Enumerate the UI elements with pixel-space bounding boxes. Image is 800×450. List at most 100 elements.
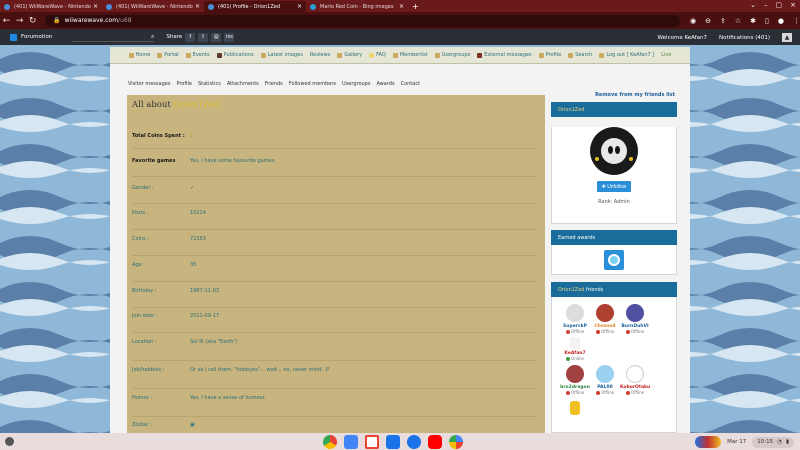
nav-latest-images[interactable]: Latest images: [260, 52, 303, 58]
site-favicon-icon: [208, 4, 214, 10]
friend-item[interactable]: Chrono4 Offline: [590, 304, 620, 334]
tab-awards[interactable]: Awards: [376, 81, 394, 87]
nav-logout[interactable]: Log out [ KeAfan7 ]: [599, 52, 654, 58]
close-icon[interactable]: ×: [297, 3, 302, 10]
docs-icon[interactable]: [344, 435, 358, 449]
profile-icon[interactable]: ●: [778, 17, 784, 25]
nav-reviews[interactable]: Reviews: [310, 52, 330, 58]
unfollow-button[interactable]: ✚ Unfollow: [597, 181, 631, 192]
bing-favicon-icon: [310, 4, 316, 10]
tab-attachments[interactable]: Attachments: [227, 81, 259, 87]
reload-icon[interactable]: ↻: [26, 16, 39, 26]
nav-external-messages[interactable]: External messages: [477, 52, 532, 58]
photos-icon[interactable]: [449, 435, 463, 449]
notifications-link[interactable]: Notifications (401): [719, 35, 770, 41]
nav-live[interactable]: Live: [661, 52, 671, 58]
friend-item[interactable]: KoborOtaku Offline: [620, 365, 650, 395]
friend-item[interactable]: [560, 401, 590, 415]
launcher-icon[interactable]: [5, 437, 14, 446]
forumotion-search-input[interactable]: ⌕: [72, 32, 155, 42]
shelf-time: 10:15: [757, 439, 774, 445]
browser-tab[interactable]: Mario Red Coin - Bing images ×: [306, 1, 408, 12]
close-icon[interactable]: ×: [93, 3, 98, 10]
nav-usergroups[interactable]: Usergroups: [434, 52, 470, 58]
email-icon[interactable]: @: [211, 32, 222, 42]
new-tab-icon[interactable]: +: [412, 2, 419, 11]
friend-item[interactable]: bro2dragon Offline: [560, 365, 590, 395]
browser-tab-active[interactable]: (401) Profile - Orion1Zed ×: [204, 1, 306, 12]
tab-contact[interactable]: Contact: [401, 81, 420, 87]
tab-visitor-messages[interactable]: Visitor messages: [128, 81, 170, 87]
close-icon[interactable]: ×: [195, 3, 200, 10]
rss-icon[interactable]: rss: [224, 32, 235, 42]
field-row: Birthday : 1987-11-03: [132, 288, 536, 308]
field-label: Zodiac :: [132, 422, 153, 428]
zoom-icon[interactable]: ⊖: [705, 17, 711, 25]
search-icon[interactable]: ⌕: [151, 33, 154, 41]
twitter-icon[interactable]: t: [198, 32, 209, 42]
friend-item[interactable]: PAL00 Offline: [590, 365, 620, 395]
bookmark-star-icon[interactable]: ☆: [735, 17, 741, 25]
field-label: Coins :: [132, 236, 149, 242]
status-dot-icon: [566, 356, 571, 361]
friend-item[interactable]: BurnDuhVI Offline: [620, 304, 650, 334]
nav-events[interactable]: Events: [185, 52, 210, 58]
forward-arrow-icon[interactable]: →: [13, 16, 26, 26]
youtube-icon[interactable]: [428, 435, 442, 449]
maximize-icon[interactable]: ▢: [776, 1, 783, 9]
share-icon[interactable]: ⇪: [720, 17, 726, 25]
help-icon: [369, 52, 375, 58]
fire-flower-award-icon[interactable]: [604, 250, 624, 270]
about-title-prefix: All about: [132, 100, 174, 110]
chevron-down-icon[interactable]: ⌄: [750, 1, 756, 9]
browser-tab[interactable]: (401) WiiWareWave - Nintendo ×: [102, 1, 204, 12]
remove-friend-link[interactable]: Remove from my friends list: [595, 92, 675, 98]
tab-title: (401) Profile - Orion1Zed: [218, 3, 281, 10]
nav-faq[interactable]: FAQ: [369, 52, 386, 58]
tab-statistics[interactable]: Statistics: [198, 81, 221, 87]
forumotion-logo[interactable]: Forumotion: [10, 33, 52, 41]
nav-label: Memberlist: [399, 52, 428, 58]
nav-home[interactable]: Home: [128, 52, 150, 58]
nav-profile[interactable]: Profile: [538, 52, 561, 58]
google-lens-icon[interactable]: ◉: [690, 17, 696, 25]
status-area[interactable]: 10:15 ◔ ▮: [752, 436, 794, 448]
welcome-user-link[interactable]: Welcome KeAfan7: [658, 35, 707, 41]
tab-title: Mario Red Coin - Bing images: [320, 3, 394, 10]
status-dot-icon: [625, 390, 630, 395]
friend-item[interactable]: KeAfan7 Online: [560, 337, 590, 361]
menu-kebab-icon[interactable]: ⋮: [793, 17, 800, 25]
files-icon[interactable]: [386, 435, 400, 449]
messages-icon[interactable]: [407, 435, 421, 449]
url-input[interactable]: 🔒 wiiwarewave.com/u68: [45, 14, 681, 27]
back-arrow-icon[interactable]: ←: [0, 16, 13, 26]
facebook-icon[interactable]: f: [185, 32, 196, 42]
rank-label: Rank: Admin: [598, 199, 630, 205]
tab-friends[interactable]: Friends: [265, 81, 283, 87]
nav-gallery[interactable]: Gallery: [337, 52, 362, 58]
nav-memberlist[interactable]: Memberlist: [392, 52, 428, 58]
nav-publications[interactable]: Publications: [216, 52, 254, 58]
side-panel-icon[interactable]: ▯: [765, 17, 769, 25]
tab-usergroups[interactable]: Usergroups: [342, 81, 370, 87]
nav-search[interactable]: Search: [568, 52, 592, 58]
close-window-icon[interactable]: ×: [790, 1, 796, 9]
tab-profile[interactable]: Profile: [176, 81, 192, 87]
close-icon[interactable]: ×: [399, 3, 404, 10]
share-label: Share: [166, 34, 183, 40]
field-label: Age :: [132, 262, 145, 268]
nav-portal[interactable]: Portal: [157, 52, 179, 58]
friend-item[interactable]: SuperckP Offline: [560, 304, 590, 334]
pinned-apps: [323, 435, 463, 449]
nav-label: External messages: [484, 52, 532, 58]
extensions-icon[interactable]: ✱: [750, 17, 756, 25]
gmail-icon[interactable]: [365, 435, 379, 449]
shelf-date[interactable]: Mar 17: [727, 439, 746, 445]
tab-followed-members[interactable]: Followed members: [289, 81, 336, 87]
browser-tab[interactable]: (401) WiiWareWave - Nintendo ×: [0, 1, 102, 12]
scroll-top-icon[interactable]: ▲: [782, 33, 792, 42]
field-row: Zodiac : ▣: [132, 422, 536, 433]
minimize-icon[interactable]: –: [764, 1, 768, 9]
chrome-icon[interactable]: [323, 435, 337, 449]
tray-app-icons[interactable]: [695, 436, 722, 448]
